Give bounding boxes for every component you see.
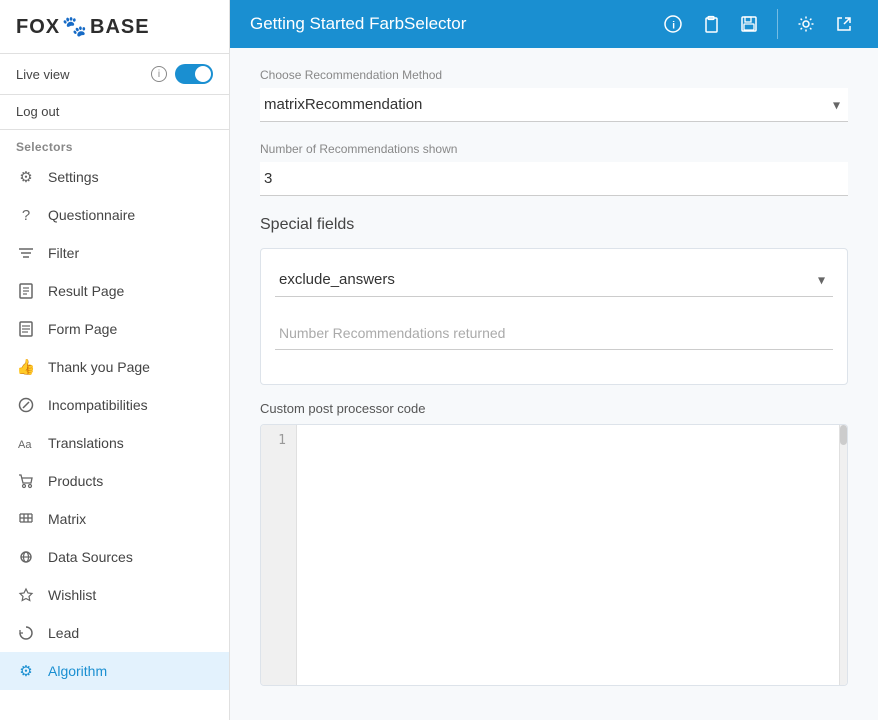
num-recs-returned-group bbox=[275, 317, 833, 350]
live-view-label: Live view bbox=[16, 67, 143, 82]
sidebar-item-wishlist[interactable]: Wishlist bbox=[0, 576, 229, 614]
recommendation-method-select[interactable]: matrixRecommendation contentBased collab… bbox=[260, 88, 848, 121]
gear-icon[interactable] bbox=[792, 10, 820, 38]
products-icon bbox=[16, 471, 36, 491]
svg-text:i: i bbox=[672, 21, 675, 32]
top-bar-icons: i bbox=[659, 9, 858, 39]
content-area: Choose Recommendation Method matrixRecom… bbox=[230, 48, 878, 720]
filter-icon bbox=[16, 243, 36, 263]
page-title: Getting Started FarbSelector bbox=[250, 14, 659, 34]
num-recommendations-label: Number of Recommendations shown bbox=[260, 142, 848, 156]
sidebar-item-matrix[interactable]: Matrix bbox=[0, 500, 229, 538]
data-sources-icon bbox=[16, 547, 36, 567]
algorithm-icon: ⚙ bbox=[16, 661, 36, 681]
exclude-answers-select-wrapper: exclude_answers include_answers ▾ bbox=[275, 263, 833, 297]
code-editor-inner[interactable] bbox=[297, 425, 847, 685]
sidebar-item-lead[interactable]: Lead bbox=[0, 614, 229, 652]
sidebar-item-questionnaire-label: Questionnaire bbox=[48, 207, 135, 223]
sidebar-item-lead-label: Lead bbox=[48, 625, 79, 641]
sidebar-item-data-sources-label: Data Sources bbox=[48, 549, 133, 565]
wishlist-icon bbox=[16, 585, 36, 605]
sidebar-item-incompatibilities-label: Incompatibilities bbox=[48, 397, 148, 413]
code-line-numbers: 1 bbox=[261, 425, 297, 685]
code-scrollbar-thumb[interactable] bbox=[840, 425, 847, 445]
svg-text:Aa: Aa bbox=[18, 439, 32, 451]
sidebar-item-translations[interactable]: Aa Translations bbox=[0, 424, 229, 462]
sidebar-item-settings[interactable]: ⚙ Settings bbox=[0, 158, 229, 196]
lead-icon bbox=[16, 623, 36, 643]
code-editor: 1 bbox=[260, 424, 848, 686]
sidebar-item-matrix-label: Matrix bbox=[48, 511, 86, 527]
recommendation-method-label: Choose Recommendation Method bbox=[260, 68, 848, 82]
special-fields-title: Special fields bbox=[260, 216, 848, 234]
sidebar-item-form-page[interactable]: Form Page bbox=[0, 310, 229, 348]
sidebar-item-settings-label: Settings bbox=[48, 169, 99, 185]
sidebar-item-form-page-label: Form Page bbox=[48, 321, 117, 337]
sidebar-item-translations-label: Translations bbox=[48, 435, 124, 451]
translations-icon: Aa bbox=[16, 433, 36, 453]
num-recommendations-input[interactable] bbox=[260, 162, 848, 196]
exclude-answers-group: exclude_answers include_answers ▾ bbox=[275, 263, 833, 297]
sidebar-item-questionnaire[interactable]: ? Questionnaire bbox=[0, 196, 229, 234]
live-view-toggle[interactable] bbox=[175, 64, 213, 84]
sidebar-item-filter[interactable]: Filter bbox=[0, 234, 229, 272]
special-fields-box: exclude_answers include_answers ▾ bbox=[260, 248, 848, 385]
custom-post-processor-label: Custom post processor code bbox=[260, 401, 848, 416]
sidebar-section-label: Selectors bbox=[0, 130, 229, 158]
result-page-icon bbox=[16, 281, 36, 301]
sidebar-item-algorithm-label: Algorithm bbox=[48, 663, 107, 679]
code-scrollbar[interactable] bbox=[839, 425, 847, 685]
main-content: Getting Started FarbSelector i Choose Re… bbox=[230, 0, 878, 720]
logout-row: Log out bbox=[0, 95, 229, 130]
sidebar: FOX🐾BASE Live view i Log out Selectors ⚙… bbox=[0, 0, 230, 720]
save-icon[interactable] bbox=[735, 10, 763, 38]
sidebar-item-products[interactable]: Products bbox=[0, 462, 229, 500]
sidebar-item-algorithm[interactable]: ⚙ Algorithm bbox=[0, 652, 229, 690]
sidebar-item-products-label: Products bbox=[48, 473, 103, 489]
sidebar-item-wishlist-label: Wishlist bbox=[48, 587, 96, 603]
sidebar-item-result-page-label: Result Page bbox=[48, 283, 124, 299]
exclude-answers-select[interactable]: exclude_answers include_answers bbox=[275, 263, 833, 296]
sidebar-item-incompatibilities[interactable]: Incompatibilities bbox=[0, 386, 229, 424]
sidebar-item-data-sources[interactable]: Data Sources bbox=[0, 538, 229, 576]
thank-you-page-icon: 👍 bbox=[16, 357, 36, 377]
settings-icon: ⚙ bbox=[16, 167, 36, 187]
logo-area: FOX🐾BASE bbox=[0, 0, 229, 54]
recommendation-method-select-wrapper: matrixRecommendation contentBased collab… bbox=[260, 88, 848, 122]
top-bar-divider bbox=[777, 9, 778, 39]
sidebar-item-result-page[interactable]: Result Page bbox=[0, 272, 229, 310]
form-page-icon bbox=[16, 319, 36, 339]
matrix-icon bbox=[16, 509, 36, 529]
live-view-row: Live view i bbox=[0, 54, 229, 95]
num-recs-returned-input[interactable] bbox=[275, 317, 833, 350]
sidebar-item-thank-you-page[interactable]: 👍 Thank you Page bbox=[0, 348, 229, 386]
num-recommendations-group: Number of Recommendations shown bbox=[260, 142, 848, 196]
sidebar-item-filter-label: Filter bbox=[48, 245, 79, 261]
top-bar: Getting Started FarbSelector i bbox=[230, 0, 878, 48]
sidebar-item-thank-you-page-label: Thank you Page bbox=[48, 359, 150, 375]
logo: FOX🐾BASE bbox=[16, 14, 150, 39]
info-icon[interactable]: i bbox=[659, 10, 687, 38]
incompatibilities-icon bbox=[16, 395, 36, 415]
external-link-icon[interactable] bbox=[830, 10, 858, 38]
clipboard-icon[interactable] bbox=[697, 10, 725, 38]
live-view-info-icon[interactable]: i bbox=[151, 66, 167, 82]
logout-button[interactable]: Log out bbox=[16, 104, 59, 119]
recommendation-method-group: Choose Recommendation Method matrixRecom… bbox=[260, 68, 848, 122]
questionnaire-icon: ? bbox=[16, 205, 36, 225]
